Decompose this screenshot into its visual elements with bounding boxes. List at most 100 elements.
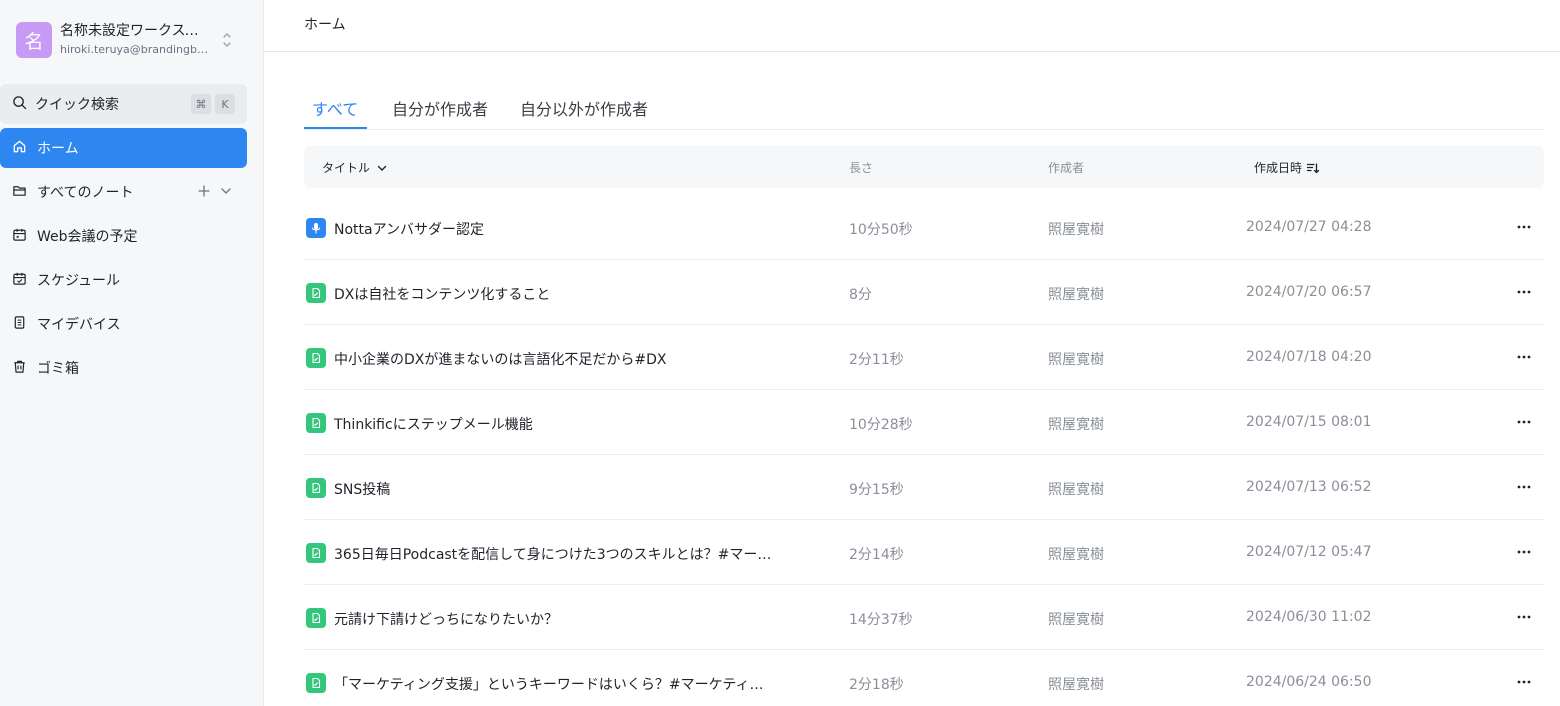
column-author[interactable]: 作成者 xyxy=(1048,159,1084,176)
note-title: 「マーケティング支援」というキーワードはいくら？#マーケティング xyxy=(334,677,774,693)
top-bar: ホーム xyxy=(264,0,1560,52)
note-length: 9分15秒 xyxy=(849,482,904,498)
shortcut-key-cmd: ⌘ xyxy=(191,94,211,114)
column-created-label: 作成日時 xyxy=(1254,161,1303,175)
note-title: 365日毎日Podcastを配信して身につけた3つのスキルとは？#マーケティング xyxy=(334,547,774,563)
nav-item-label: スケジュール xyxy=(37,273,121,289)
note-length: 8分 xyxy=(849,287,872,303)
table-row[interactable]: DXは自社をコンテンツ化すること 8分 照屋寛樹 2024/07/20 06:5… xyxy=(304,260,1544,325)
workspace-email: hiroki.teruya@brandingbank.jp xyxy=(60,43,210,56)
note-length: 14分37秒 xyxy=(849,612,913,628)
note-length: 2分11秒 xyxy=(849,352,904,368)
more-options-icon[interactable] xyxy=(1514,672,1534,692)
note-created: 2024/07/13 06:52 xyxy=(1246,479,1372,495)
home-icon xyxy=(12,139,27,158)
more-options-icon[interactable] xyxy=(1514,217,1534,237)
column-length[interactable]: 長さ xyxy=(849,159,873,176)
note-length: 2分18秒 xyxy=(849,677,904,693)
table-row[interactable]: 「マーケティング支援」というキーワードはいくら？#マーケティング 2分18秒 照… xyxy=(304,650,1544,706)
note-icon xyxy=(306,413,326,433)
note-created: 2024/06/24 06:50 xyxy=(1246,674,1372,690)
nav-item-my-devices[interactable]: マイデバイス xyxy=(0,304,247,344)
note-author: 照屋寛樹 xyxy=(1048,222,1104,238)
note-length: 10分28秒 xyxy=(849,417,913,433)
table-row[interactable]: 365日毎日Podcastを配信して身につけた3つのスキルとは？#マーケティング… xyxy=(304,520,1544,585)
note-author: 照屋寛樹 xyxy=(1048,612,1104,628)
chevron-up-down-icon[interactable] xyxy=(220,28,234,52)
note-title: 中小企業のDXが進まないのは言語化不足だから#DX xyxy=(334,352,667,368)
table-row[interactable]: 元請け下請けどっちになりたいか？ 14分37秒 照屋寛樹 2024/06/30 … xyxy=(304,585,1544,650)
nav-item-home[interactable]: ホーム xyxy=(0,128,247,168)
sidebar: 名 名称未設定ワークスペース hiroki.teruya@brandingban… xyxy=(0,0,264,706)
nav-item-web-meetings[interactable]: Web会議の予定 xyxy=(0,216,247,256)
page-title: ホーム xyxy=(304,17,346,33)
nav-item-label: すべてのノート xyxy=(37,185,134,201)
workspace-info: 名称未設定ワークスペース hiroki.teruya@brandingbank.… xyxy=(60,22,210,58)
active-tab-indicator xyxy=(304,127,367,129)
table-header: タイトル 長さ 作成者 作成日時 xyxy=(304,146,1544,188)
column-created[interactable]: 作成日時 xyxy=(1254,159,1320,176)
note-length: 10分50秒 xyxy=(849,222,913,238)
nav-item-label: マイデバイス xyxy=(37,317,121,333)
note-icon xyxy=(306,478,326,498)
table-row[interactable]: Thinkificにステップメール機能 10分28秒 照屋寛樹 2024/07/… xyxy=(304,390,1544,455)
workspace-switcher[interactable]: 名 名称未設定ワークスペース hiroki.teruya@brandingban… xyxy=(16,22,248,58)
note-title: SNS投稿 xyxy=(334,482,391,498)
quick-search-label: クイック検索 xyxy=(35,97,119,113)
microphone-icon xyxy=(306,218,326,238)
quick-search[interactable]: クイック検索 ⌘ K xyxy=(0,84,247,124)
note-icon xyxy=(306,348,326,368)
device-icon xyxy=(12,315,27,334)
note-author: 照屋寛樹 xyxy=(1048,547,1104,563)
nav-item-all-notes[interactable]: すべてのノート xyxy=(0,172,247,212)
note-title: DXは自社をコンテンツ化すること xyxy=(334,287,551,303)
more-options-icon[interactable] xyxy=(1514,347,1534,367)
note-title: 元請け下請けどっちになりたいか？ xyxy=(334,612,558,628)
note-author: 照屋寛樹 xyxy=(1048,287,1104,303)
tab-mine[interactable]: 自分が作成者 xyxy=(392,96,488,130)
more-options-icon[interactable] xyxy=(1514,412,1534,432)
more-options-icon[interactable] xyxy=(1514,477,1534,497)
column-title[interactable]: タイトル xyxy=(322,159,388,176)
note-length: 2分14秒 xyxy=(849,547,904,563)
note-icon xyxy=(306,608,326,628)
more-options-icon[interactable] xyxy=(1514,542,1534,562)
nav-item-label: ゴミ箱 xyxy=(37,361,79,377)
chevron-down-icon[interactable] xyxy=(219,184,233,202)
note-created: 2024/07/20 06:57 xyxy=(1246,284,1372,300)
workspace-avatar: 名 xyxy=(16,22,52,58)
table-row[interactable]: Nottaアンバサダー認定 10分50秒 照屋寛樹 2024/07/27 04:… xyxy=(304,195,1544,260)
note-icon xyxy=(306,673,326,693)
note-author: 照屋寛樹 xyxy=(1048,417,1104,433)
nav-item-label: Web会議の予定 xyxy=(37,229,138,245)
calendar-check-icon xyxy=(12,271,27,290)
calendar-icon xyxy=(12,227,27,246)
note-icon xyxy=(306,283,326,303)
plus-icon[interactable] xyxy=(197,184,211,202)
note-created: 2024/07/12 05:47 xyxy=(1246,544,1372,560)
folder-icon xyxy=(12,183,27,202)
chevron-down-icon xyxy=(376,162,388,174)
nav-actions xyxy=(197,184,233,202)
note-title: Nottaアンバサダー認定 xyxy=(334,222,485,238)
nav-item-schedule[interactable]: スケジュール xyxy=(0,260,247,300)
tab-all[interactable]: すべて xyxy=(312,96,358,130)
nav-item-trash[interactable]: ゴミ箱 xyxy=(0,348,247,388)
sort-desc-icon[interactable] xyxy=(1306,161,1320,175)
note-created: 2024/07/15 08:01 xyxy=(1246,414,1372,430)
note-created: 2024/06/30 11:02 xyxy=(1246,609,1372,625)
workspace-name: 名称未設定ワークスペース xyxy=(60,23,210,39)
note-author: 照屋寛樹 xyxy=(1048,352,1104,368)
note-created: 2024/07/18 04:20 xyxy=(1246,349,1372,365)
note-author: 照屋寛樹 xyxy=(1048,482,1104,498)
table-row[interactable]: SNS投稿 9分15秒 照屋寛樹 2024/07/13 06:52 xyxy=(304,455,1544,520)
note-created: 2024/07/27 04:28 xyxy=(1246,219,1372,235)
shortcut-key-k: K xyxy=(215,94,235,114)
more-options-icon[interactable] xyxy=(1514,282,1534,302)
search-icon xyxy=(12,95,27,114)
table-row[interactable]: 中小企業のDXが進まないのは言語化不足だから#DX 2分11秒 照屋寛樹 202… xyxy=(304,325,1544,390)
tab-others[interactable]: 自分以外が作成者 xyxy=(520,96,648,130)
filter-tabs: すべて 自分が作成者 自分以外が作成者 xyxy=(304,92,1544,130)
note-author: 照屋寛樹 xyxy=(1048,677,1104,693)
more-options-icon[interactable] xyxy=(1514,607,1534,627)
